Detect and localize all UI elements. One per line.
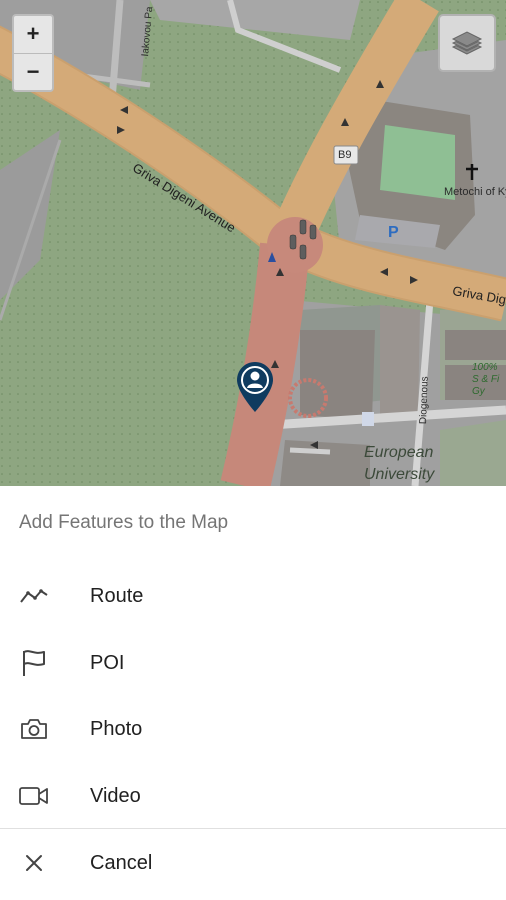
route-icon <box>18 580 50 612</box>
zoom-out-button[interactable]: − <box>14 53 52 90</box>
menu-item-label: Route <box>90 584 144 607</box>
layers-button[interactable] <box>438 14 496 72</box>
menu-item-route[interactable]: Route <box>0 563 506 629</box>
menu-item-video[interactable]: Video <box>0 763 506 829</box>
divider <box>0 828 506 829</box>
menu-item-label: Video <box>90 784 141 807</box>
flag-icon <box>18 647 50 679</box>
menu-item-label: Photo <box>90 717 143 740</box>
cancel-label: Cancel <box>90 851 153 874</box>
map-view[interactable]: Griva Digeni Avenue Griva Dig Iakovou Pa… <box>0 0 506 486</box>
layers-icon <box>451 31 483 55</box>
parking-icon: P <box>388 224 399 241</box>
road-ref-label: B9 <box>338 149 352 161</box>
menu-item-poi[interactable]: POI <box>0 630 506 696</box>
zoom-in-button[interactable]: + <box>14 16 52 53</box>
add-features-sheet: Add Features to the Map Route POI Photo … <box>0 486 506 900</box>
close-icon <box>18 847 50 879</box>
poi-label-university: European University <box>364 444 435 483</box>
user-location-marker-icon[interactable] <box>235 360 275 414</box>
poi-label-gym: 100% S & Fi Gy <box>472 362 500 397</box>
cancel-button[interactable]: Cancel <box>0 830 506 896</box>
sheet-title: Add Features to the Map <box>19 512 229 533</box>
video-icon <box>18 780 50 812</box>
zoom-control: + − <box>12 14 54 92</box>
camera-icon <box>18 713 50 745</box>
menu-item-label: POI <box>90 651 125 674</box>
street-label-diogenous: Diogenous <box>418 376 431 425</box>
menu-item-photo[interactable]: Photo <box>0 696 506 762</box>
poi-label-metochi: Metochi of Kykkos <box>444 186 506 198</box>
